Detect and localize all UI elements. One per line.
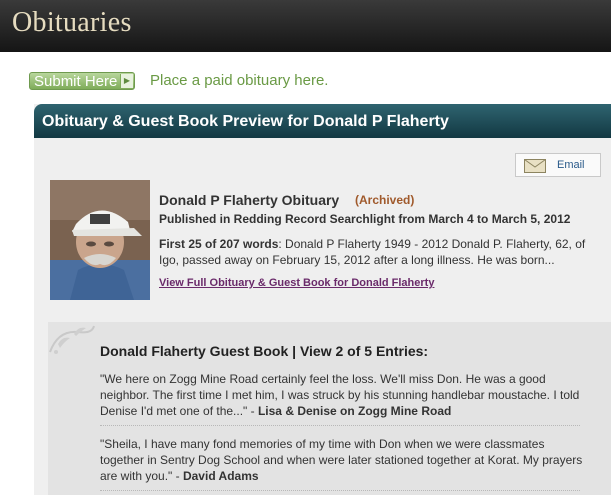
entry-divider	[100, 425, 580, 426]
site-header: Obituaries	[0, 0, 611, 52]
guest-book-title: Donald Flaherty Guest Book | View 2 of 5…	[100, 343, 429, 359]
entry-divider	[100, 490, 580, 491]
deceased-photo[interactable]	[50, 180, 150, 300]
excerpt-word-count: First 25 of 207 words	[159, 237, 279, 251]
obituary-title: Donald P Flaherty Obituary	[159, 192, 340, 208]
panel-header: Obituary & Guest Book Preview for Donald…	[34, 104, 611, 138]
floral-ornament-icon	[49, 325, 95, 354]
email-button[interactable]: Email	[515, 153, 601, 177]
submit-here-button[interactable]: Submit Here ▶	[29, 72, 135, 90]
guest-book-section: Donald Flaherty Guest Book | View 2 of 5…	[48, 322, 611, 495]
view-full-obituary-link[interactable]: View Full Obituary & Guest Book for Dona…	[159, 277, 434, 289]
published-info: Published in Redding Record Searchlight …	[159, 212, 571, 226]
guest-book-entry: "Sheila, I have many fond memories of my…	[100, 436, 588, 484]
entry-text: "Sheila, I have many fond memories of my…	[100, 437, 583, 483]
guest-book-entry: "We here on Zogg Mine Road certainly fee…	[100, 371, 588, 419]
envelope-icon	[524, 159, 546, 173]
preview-heading: Obituary & Guest Book Preview for Donald…	[42, 113, 449, 130]
obituary-preview-panel: Obituary & Guest Book Preview for Donald…	[34, 104, 611, 495]
submit-button-label: Submit Here	[34, 73, 118, 90]
entry-author: David Adams	[182, 469, 259, 483]
obituary-excerpt: First 25 of 207 words: Donald P Flaherty…	[159, 236, 589, 268]
page-title: Obituaries	[12, 7, 132, 38]
archived-badge: (Archived)	[355, 193, 415, 207]
arrow-right-icon: ▶	[120, 74, 133, 88]
email-label: Email	[557, 159, 585, 171]
entry-author: Lisa & Denise on Zogg Mine Road	[257, 404, 452, 418]
submit-description: Place a paid obituary here.	[150, 72, 329, 89]
